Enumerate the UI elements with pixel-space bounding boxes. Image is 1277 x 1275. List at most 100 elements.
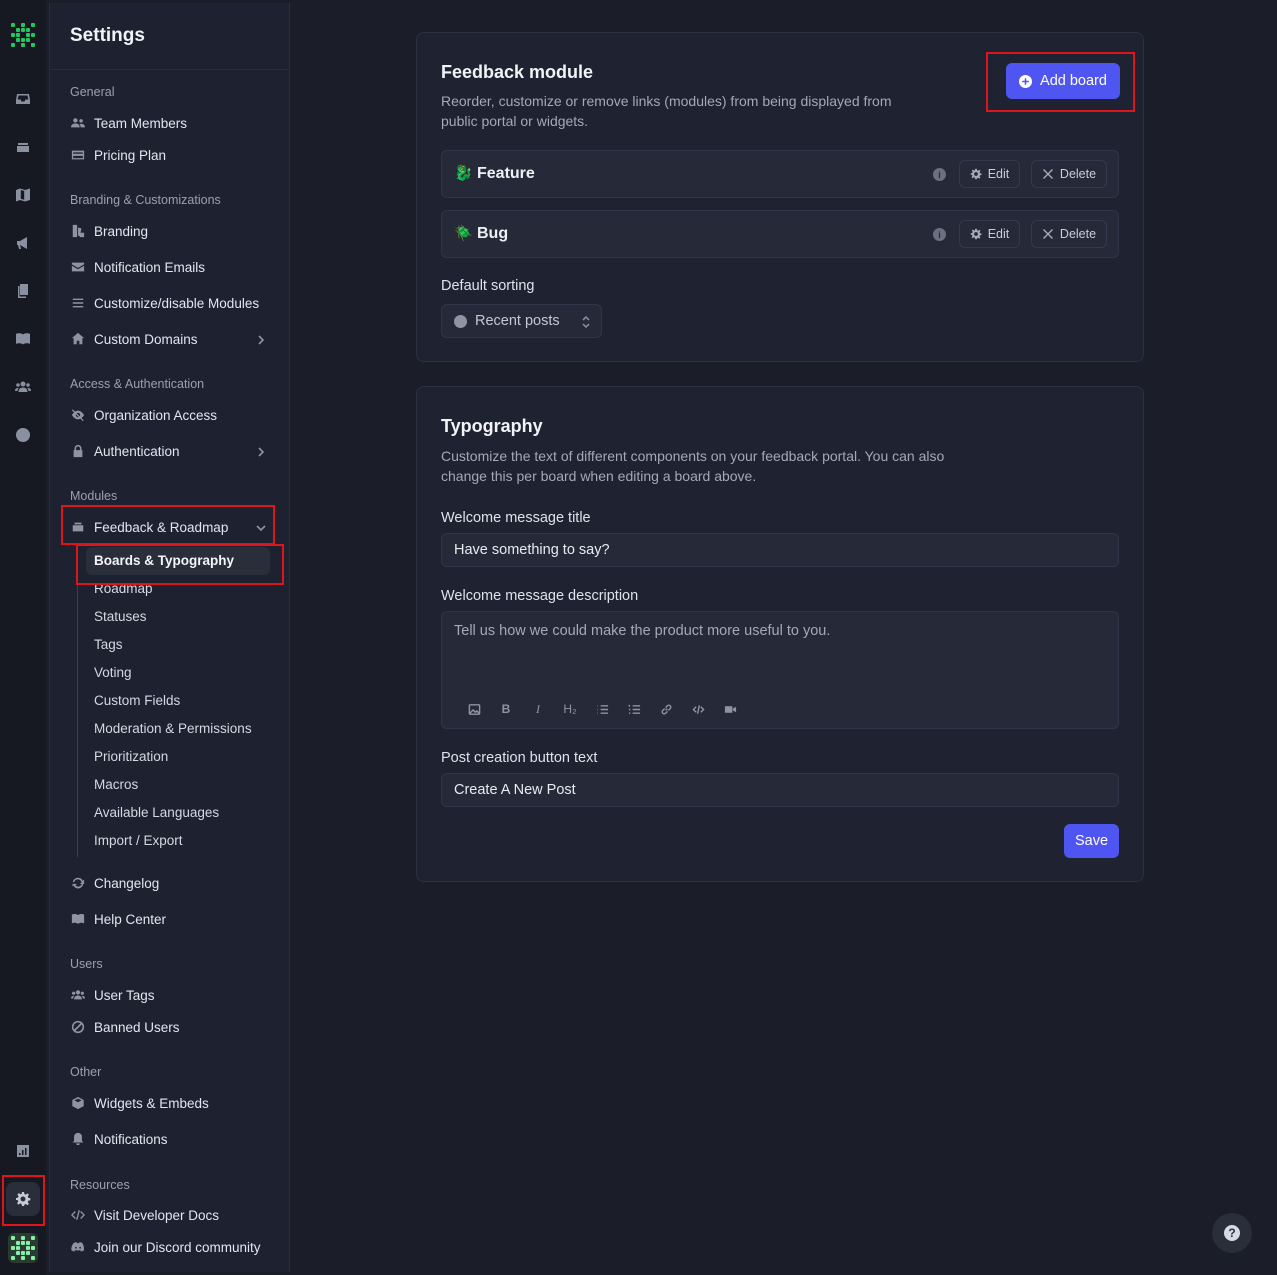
subitem-boards-typography[interactable]: Boards & Typography bbox=[94, 551, 234, 571]
subitem-moderation-permissions[interactable]: Moderation & Permissions bbox=[94, 719, 252, 739]
documents-icon[interactable] bbox=[13, 281, 33, 301]
gear-icon bbox=[970, 168, 982, 180]
globe-icon[interactable] bbox=[13, 425, 33, 445]
section-access: Access & Authentication bbox=[70, 377, 205, 391]
credit-card-icon bbox=[70, 147, 86, 163]
welcome-description-label: Welcome message description bbox=[441, 588, 639, 604]
sidebar-item-label: User Tags bbox=[94, 987, 155, 1003]
heading-button[interactable]: H₂ bbox=[554, 700, 586, 718]
sidebar-item-label: Organization Access bbox=[94, 407, 218, 423]
subitem-prioritization[interactable]: Prioritization bbox=[94, 747, 168, 767]
delete-label: Delete bbox=[1059, 167, 1097, 181]
welcome-title-input[interactable]: Have something to say? bbox=[441, 533, 1119, 567]
subitem-statuses[interactable]: Statuses bbox=[94, 607, 147, 627]
sidebar-item-label: Join our Discord community bbox=[94, 1239, 261, 1255]
post-button-text-input[interactable]: Create A New Post bbox=[441, 773, 1119, 807]
section-modules: Modules bbox=[70, 489, 118, 503]
book-icon bbox=[70, 911, 86, 927]
info-icon[interactable]: i bbox=[933, 228, 946, 241]
sidebar-item-feedback-roadmap[interactable]: Feedback & Roadmap bbox=[70, 515, 274, 539]
ban-icon bbox=[70, 1019, 86, 1035]
subitem-custom-fields[interactable]: Custom Fields bbox=[94, 691, 180, 711]
boards-icon[interactable] bbox=[13, 137, 33, 157]
subitem-voting[interactable]: Voting bbox=[94, 663, 132, 683]
clock-icon bbox=[454, 314, 467, 328]
sidebar-item-label: Team Members bbox=[94, 115, 188, 131]
feedback-module-title: Feedback module bbox=[441, 62, 594, 82]
inbox-icon[interactable] bbox=[13, 89, 33, 109]
subitem-macros[interactable]: Macros bbox=[94, 775, 138, 795]
gear-icon bbox=[16, 1192, 31, 1206]
edit-board-button[interactable]: Edit bbox=[959, 220, 1020, 248]
app-logo-icon[interactable] bbox=[11, 23, 35, 47]
bullet-list-icon[interactable] bbox=[586, 700, 618, 718]
code-icon[interactable] bbox=[682, 700, 714, 718]
plus-circle-icon bbox=[1019, 74, 1033, 88]
paint-brush-icon bbox=[70, 223, 86, 239]
editor-toolbar: B I H₂ bbox=[458, 700, 746, 718]
sidebar-item-label: Custom Domains bbox=[94, 331, 198, 347]
workspace-avatar[interactable] bbox=[8, 1233, 38, 1263]
sidebar-item-discord[interactable]: Join our Discord community bbox=[70, 1235, 274, 1259]
sidebar-item-authentication[interactable]: Authentication bbox=[70, 439, 274, 463]
image-icon[interactable] bbox=[458, 700, 490, 718]
typography-title: Typography bbox=[441, 416, 543, 436]
help-button[interactable]: ? bbox=[1212, 1213, 1252, 1253]
sidebar-item-developer-docs[interactable]: Visit Developer Docs bbox=[70, 1203, 274, 1227]
sidebar-item-team-members[interactable]: Team Members bbox=[70, 111, 274, 135]
analytics-icon[interactable] bbox=[13, 1141, 33, 1161]
info-icon[interactable]: i bbox=[933, 168, 946, 181]
sidebar-item-help-center[interactable]: Help Center bbox=[70, 907, 274, 931]
subitem-available-languages[interactable]: Available Languages bbox=[94, 803, 219, 823]
sidebar-item-label: Branding bbox=[94, 223, 149, 239]
section-other: Other bbox=[70, 1065, 102, 1079]
bold-button[interactable]: B bbox=[490, 700, 522, 718]
sidebar-item-notifications[interactable]: Notifications bbox=[70, 1127, 274, 1151]
board-row-bug[interactable]: 🪲 Bug i Edit Delete bbox=[441, 210, 1119, 258]
sidebar-item-custom-domains[interactable]: Custom Domains bbox=[70, 327, 274, 351]
sidebar-item-widgets-embeds[interactable]: Widgets & Embeds bbox=[70, 1091, 274, 1115]
sidebar-item-label: Pricing Plan bbox=[94, 147, 167, 163]
sidebar-item-label: Changelog bbox=[94, 875, 160, 891]
home-icon bbox=[70, 331, 86, 347]
sidebar-item-user-tags[interactable]: User Tags bbox=[70, 983, 274, 1007]
roadmap-map-icon[interactable] bbox=[13, 185, 33, 205]
board-row-feature[interactable]: 🐉 Feature i Edit Delete bbox=[441, 150, 1119, 198]
sidebar-item-pricing-plan[interactable]: Pricing Plan bbox=[70, 143, 274, 167]
sidebar-item-changelog[interactable]: Changelog bbox=[70, 871, 274, 895]
envelope-icon bbox=[70, 259, 86, 275]
sidebar-item-branding[interactable]: Branding bbox=[70, 219, 274, 243]
sidebar-item-customize-modules[interactable]: Customize/disable Modules bbox=[70, 291, 274, 315]
subitem-tags[interactable]: Tags bbox=[94, 635, 123, 655]
megaphone-icon[interactable] bbox=[13, 233, 33, 253]
subitem-roadmap[interactable]: Roadmap bbox=[94, 579, 153, 599]
submenu-guide-line bbox=[77, 548, 78, 857]
settings-gear-button[interactable] bbox=[6, 1182, 40, 1216]
default-sorting-select[interactable]: Recent posts bbox=[441, 304, 602, 338]
sidebar-item-organization-access[interactable]: Organization Access bbox=[70, 403, 274, 427]
sidebar-item-label: Widgets & Embeds bbox=[94, 1095, 209, 1111]
users-icon[interactable] bbox=[13, 377, 33, 397]
chevron-right-icon bbox=[256, 333, 266, 345]
sidebar-item-banned-users[interactable]: Banned Users bbox=[70, 1015, 274, 1039]
welcome-description-text: Tell us how we could make the product mo… bbox=[454, 623, 831, 639]
edit-board-button[interactable]: Edit bbox=[959, 160, 1020, 188]
save-button[interactable]: Save bbox=[1064, 824, 1119, 858]
delete-board-button[interactable]: Delete bbox=[1031, 160, 1107, 188]
board-emoji: 🐉 bbox=[454, 165, 473, 182]
numbered-list-icon[interactable] bbox=[618, 700, 650, 718]
italic-button[interactable]: I bbox=[522, 700, 554, 718]
delete-board-button[interactable]: Delete bbox=[1031, 220, 1107, 248]
eye-slash-icon bbox=[70, 407, 86, 423]
sidebar-item-label: Visit Developer Docs bbox=[94, 1207, 220, 1223]
link-icon[interactable] bbox=[650, 700, 682, 718]
sidebar-item-notification-emails[interactable]: Notification Emails bbox=[70, 255, 274, 279]
default-sorting-value: Recent posts bbox=[475, 313, 560, 329]
sidebar-item-label: Authentication bbox=[94, 443, 180, 459]
book-icon[interactable] bbox=[13, 329, 33, 349]
add-board-button[interactable]: Add board bbox=[1006, 63, 1120, 99]
video-icon[interactable] bbox=[714, 700, 746, 718]
welcome-description-editor[interactable]: Tell us how we could make the product mo… bbox=[441, 611, 1119, 729]
sidebar-item-label: Notifications bbox=[94, 1131, 168, 1147]
subitem-import-export[interactable]: Import / Export bbox=[94, 831, 183, 851]
